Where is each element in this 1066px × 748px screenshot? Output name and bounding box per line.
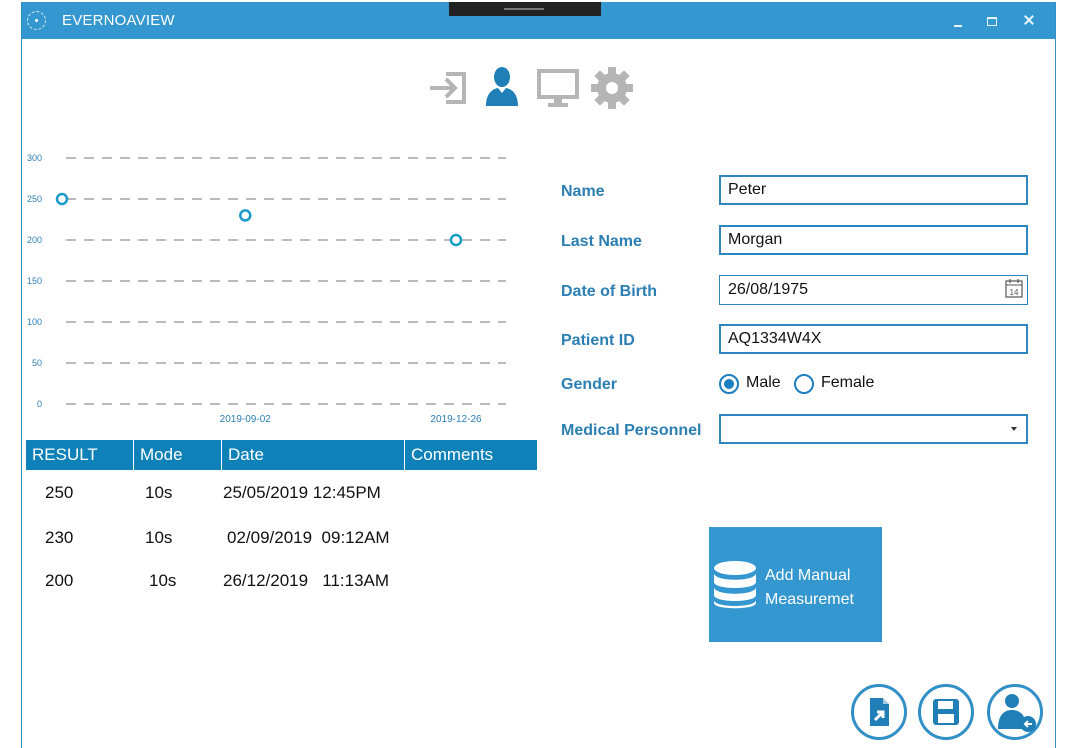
radio-male-indicator[interactable]: [719, 374, 739, 394]
date-of-birth-label: Date of Birth: [561, 283, 657, 300]
export-file-icon: [870, 698, 889, 726]
save-button[interactable]: [918, 684, 974, 740]
y-tick-label: 150: [27, 276, 42, 286]
add-label-line1: Add Manual: [765, 567, 851, 584]
title-bar[interactable]: EVERNOAVIEW: [22, 2, 1055, 39]
add-manual-measurement-button[interactable]: Add Manual Measuremet: [709, 527, 882, 642]
y-tick-label: 100: [27, 317, 42, 327]
date-cell: 02/09/2019 09:12AM: [227, 528, 390, 547]
gender-label: Gender: [561, 376, 618, 393]
gear-icon[interactable]: [590, 66, 634, 110]
mode-cell: 10s: [145, 528, 173, 547]
medical-personnel-select[interactable]: [719, 414, 1028, 444]
app-logo-icon: [27, 11, 46, 30]
minimize-button[interactable]: [944, 2, 974, 39]
table-row[interactable]: 250 10s 25/05/2019 12:45PM: [26, 483, 537, 523]
result-cell: 200: [45, 571, 74, 590]
y-tick-label: 200: [27, 235, 42, 245]
column-comments[interactable]: Comments: [404, 440, 537, 470]
column-result[interactable]: RESULT: [26, 440, 133, 470]
y-tick-label: 250: [27, 194, 42, 204]
nav-toolbar: [426, 66, 666, 112]
calendar-day: 14: [1010, 288, 1019, 297]
add-manual-measurement-label: Add Manual Measuremet: [765, 564, 854, 612]
table-row[interactable]: 200 10s 26/12/2019 11:13AM: [26, 571, 537, 611]
date-of-birth-value: 26/08/1975: [728, 281, 809, 298]
patient-id-label: Patient ID: [561, 332, 635, 349]
y-tick-label: 0: [37, 399, 42, 409]
data-point[interactable]: [449, 233, 463, 247]
export-report-button[interactable]: [851, 684, 907, 740]
user-return-button[interactable]: [987, 684, 1043, 740]
radio-female-label: Female: [821, 374, 875, 391]
y-tick-label: 300: [27, 153, 42, 163]
database-icon: [712, 560, 758, 610]
radio-female-indicator[interactable]: [794, 374, 814, 394]
x-tick-label: 2019-12-26: [430, 414, 482, 425]
data-point[interactable]: [55, 192, 69, 206]
results-table-header: RESULT Mode Date Comments: [26, 440, 537, 470]
medical-personnel-label: Medical Personnel: [561, 422, 702, 439]
data-point[interactable]: [239, 209, 252, 222]
column-mode[interactable]: Mode: [133, 440, 221, 470]
result-cell: 230: [45, 528, 74, 547]
name-label: Name: [561, 183, 605, 200]
x-tick-label: 2019-09-02: [220, 414, 272, 425]
drag-handle[interactable]: [449, 2, 601, 16]
last-name-field[interactable]: Morgan: [719, 225, 1028, 255]
last-name-label: Last Name: [561, 233, 642, 250]
monitor-icon[interactable]: [536, 66, 580, 110]
app-window: EVERNOAVIEW 300 250 200 150 100 50 0 201…: [21, 2, 1056, 748]
user-return-icon: [998, 694, 1036, 732]
chevron-down-icon[interactable]: [1011, 427, 1017, 431]
result-cell: 250: [45, 483, 74, 502]
calendar-icon[interactable]: 14: [1005, 278, 1023, 298]
patient-id-field[interactable]: AQ1334W4X: [719, 324, 1028, 354]
radio-male-label: Male: [746, 374, 781, 391]
column-date[interactable]: Date: [221, 440, 404, 470]
add-label-line2: Measuremet: [765, 591, 854, 608]
date-cell: 26/12/2019 11:13AM: [223, 571, 390, 590]
measurement-chart: 300 250 200 150 100 50 0 2019-09-02 2019-12-26: [27, 153, 506, 425]
mode-cell: 10s: [145, 483, 173, 502]
close-button[interactable]: [1019, 11, 1039, 31]
date-of-birth-field[interactable]: 26/08/1975 14: [719, 275, 1028, 305]
login-icon[interactable]: [426, 66, 470, 110]
user-icon[interactable]: [480, 66, 524, 110]
maximize-button[interactable]: [977, 2, 1007, 39]
save-icon: [933, 699, 959, 725]
table-row[interactable]: 230 10s 02/09/2019 09:12AM: [26, 528, 537, 568]
window-title: EVERNOAVIEW: [62, 12, 175, 29]
mode-cell: 10s: [149, 571, 177, 590]
date-cell: 25/05/2019 12:45PM: [223, 483, 381, 502]
name-field[interactable]: Peter: [719, 175, 1028, 205]
y-tick-label: 50: [32, 358, 42, 368]
